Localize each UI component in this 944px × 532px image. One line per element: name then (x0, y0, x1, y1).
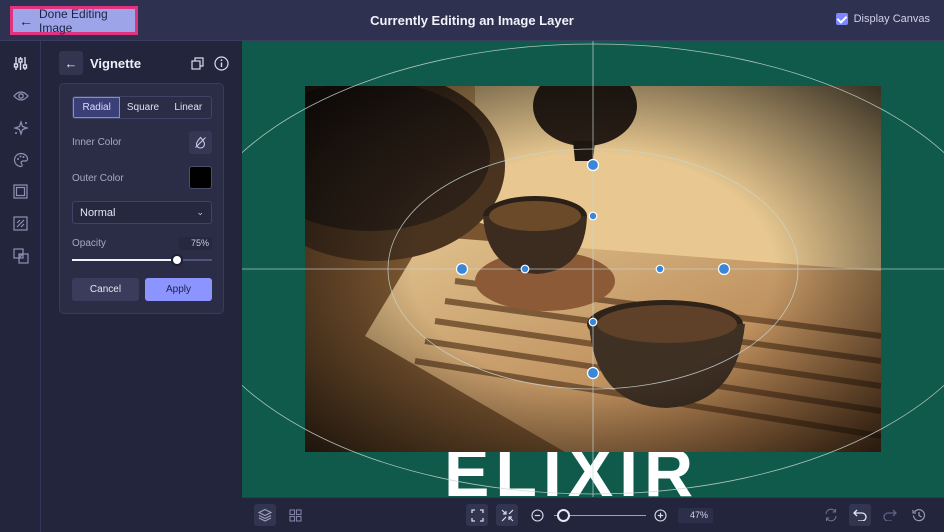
opacity-slider[interactable] (72, 254, 212, 266)
sparkle-icon[interactable] (12, 119, 29, 136)
vignette-guides[interactable] (242, 41, 944, 497)
zoom-in-icon (653, 508, 667, 522)
outer-color-label: Outer Color (72, 173, 124, 184)
redo-icon (883, 509, 897, 521)
display-canvas-checkbox[interactable] (835, 13, 848, 25)
opacity-slider-thumb[interactable] (171, 254, 183, 266)
zoom-slider-thumb[interactable] (557, 509, 570, 522)
tab-linear[interactable]: Linear (166, 97, 211, 118)
rotate-icon (825, 508, 837, 522)
palette-icon[interactable] (12, 151, 29, 168)
outer-color-swatch[interactable] (189, 166, 212, 189)
opacity-slider-fill (72, 259, 177, 261)
tool-rail (0, 41, 41, 532)
history-button[interactable] (908, 504, 930, 526)
opacity-label: Opacity (72, 238, 106, 249)
vignette-type-tabs: Radial Square Linear (72, 96, 212, 119)
zoom-value[interactable]: 47% (678, 508, 713, 523)
tab-radial[interactable]: Radial (73, 97, 121, 118)
opacity-value-input[interactable]: 75% (179, 237, 212, 250)
no-color-icon (195, 136, 206, 149)
panel-back-button[interactable]: ← (59, 51, 83, 75)
panel-title: Vignette (90, 55, 142, 71)
tab-square[interactable]: Square (120, 97, 165, 118)
rotate-button[interactable] (820, 504, 842, 526)
page-title: Currently Editing an Image Layer (370, 13, 574, 28)
layers-overlap-icon[interactable] (12, 247, 29, 264)
adjust-sliders-icon[interactable] (12, 55, 29, 72)
zoom-out-icon (530, 508, 544, 522)
undo-icon (853, 509, 867, 521)
cancel-button[interactable]: Cancel (72, 278, 139, 301)
bottom-toolbar: 47% (242, 497, 944, 532)
blend-mode-value: Normal (80, 206, 116, 219)
arrow-left-icon: ← (64, 55, 78, 71)
undo-button[interactable] (849, 504, 871, 526)
blend-mode-select[interactable]: Normal ⌄ (72, 201, 212, 224)
duplicate-icon[interactable] (189, 55, 205, 71)
inner-color-button[interactable] (189, 131, 212, 154)
info-icon[interactable] (213, 55, 229, 71)
history-icon (912, 509, 926, 522)
mask-icon[interactable] (12, 215, 29, 232)
zoom-out-button[interactable] (526, 504, 548, 526)
layers-icon (258, 508, 272, 522)
expand-icon (470, 508, 484, 522)
frame-icon[interactable] (12, 183, 29, 200)
top-bar: ← Done Editing Image Currently Editing a… (0, 0, 944, 41)
vignette-panel: ← Vignette Radial Square Linear Inner Co… (41, 41, 242, 532)
eye-icon[interactable] (12, 87, 29, 104)
canvas-area[interactable]: ELIXIR (242, 41, 944, 497)
shrink-button[interactable] (496, 504, 518, 526)
chevron-down-icon: ⌄ (196, 207, 204, 217)
display-canvas-toggle[interactable]: Display Canvas (835, 13, 930, 25)
grid-icon (288, 508, 302, 522)
redo-button[interactable] (879, 504, 901, 526)
display-canvas-label: Display Canvas (853, 13, 930, 25)
panel-header: ← Vignette (59, 51, 229, 75)
layers-button[interactable] (254, 504, 276, 526)
collapse-icon (501, 509, 513, 521)
vignette-settings-card: Radial Square Linear Inner Color Outer C… (59, 83, 224, 314)
grid-button[interactable] (284, 504, 306, 526)
fit-screen-button[interactable] (466, 504, 488, 526)
inner-color-label: Inner Color (72, 137, 122, 148)
zoom-in-button[interactable] (649, 504, 671, 526)
apply-button[interactable]: Apply (145, 278, 212, 301)
